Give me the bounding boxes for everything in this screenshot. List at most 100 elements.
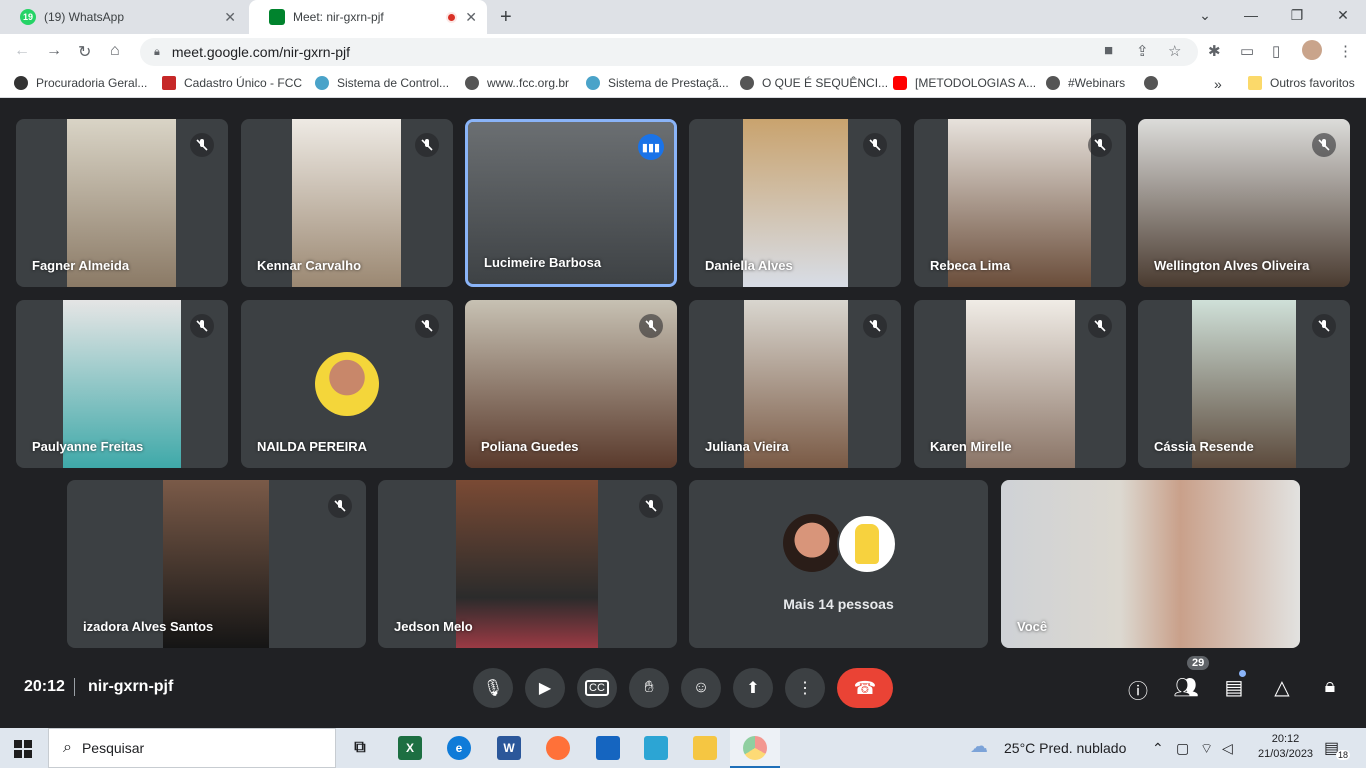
microphone-button[interactable]: 🎙︎ bbox=[473, 668, 513, 708]
audio-level-icon: ▮▮▮ bbox=[638, 134, 664, 160]
people-icon[interactable]: 👥︎ bbox=[1172, 675, 1200, 700]
minimize-button[interactable]: — bbox=[1228, 0, 1274, 30]
volume-icon[interactable]: ◁ bbox=[1222, 740, 1233, 757]
back-icon[interactable]: ← bbox=[14, 42, 30, 60]
firefox-icon[interactable] bbox=[546, 736, 570, 760]
participant-tile-active-speaker[interactable]: ▮▮▮ Lucimeire Barbosa bbox=[465, 119, 677, 287]
tab-title: Meet: nir-gxrn-pjf bbox=[293, 10, 384, 24]
participant-tile[interactable]: NAILDA PEREIRA bbox=[241, 300, 453, 468]
bookmark-item[interactable] bbox=[1144, 76, 1166, 90]
more-options-button[interactable]: ⋮ bbox=[785, 668, 825, 708]
tab-whatsapp[interactable]: 19 (19) WhatsApp ✕ bbox=[0, 0, 246, 34]
forward-icon[interactable]: → bbox=[46, 42, 62, 60]
close-tab-icon[interactable]: ✕ bbox=[465, 9, 477, 26]
camera-button[interactable]: ▶ bbox=[525, 668, 565, 708]
participant-avatar bbox=[837, 514, 897, 574]
close-tab-icon[interactable]: ✕ bbox=[224, 9, 236, 26]
globe-icon bbox=[1046, 76, 1060, 90]
cartoon-icon bbox=[855, 524, 879, 564]
reload-icon[interactable]: ↻ bbox=[78, 42, 91, 62]
more-vert-icon: ⋮ bbox=[797, 680, 813, 697]
captions-button[interactable]: CC bbox=[577, 668, 617, 708]
activities-icon[interactable]: △ bbox=[1268, 675, 1296, 700]
participant-tile[interactable]: Jedson Melo bbox=[378, 480, 677, 648]
whatsapp-icon: 19 bbox=[20, 9, 36, 25]
reactions-button[interactable]: ☺ bbox=[681, 668, 721, 708]
present-screen-icon: ⬆ bbox=[746, 680, 760, 697]
bookmark-item[interactable]: Sistema de Control... bbox=[315, 76, 449, 90]
mic-off-icon bbox=[190, 133, 214, 157]
bookmark-item[interactable]: www..fcc.org.br bbox=[465, 76, 569, 90]
weather-icon[interactable]: ☁ bbox=[970, 736, 988, 757]
present-button[interactable]: ⬆ bbox=[733, 668, 773, 708]
excel-icon[interactable]: X bbox=[398, 736, 422, 760]
meeting-details-icon[interactable]: ⓘ bbox=[1124, 675, 1152, 704]
bookmark-item[interactable]: [METODOLOGIAS A... bbox=[893, 76, 1036, 90]
participant-tile[interactable]: izadora Alves Santos bbox=[67, 480, 366, 648]
tab-search-icon[interactable]: ⌄ bbox=[1182, 0, 1228, 30]
weather-text[interactable]: 25°C Pred. nublado bbox=[1004, 740, 1126, 756]
address-bar[interactable]: 🔒︎ meet.google.com/nir-gxrn-pjf bbox=[140, 38, 1198, 66]
participant-tile[interactable]: Daniella Alves bbox=[689, 119, 901, 287]
bookmark-item[interactable]: Procuradoria Geral... bbox=[14, 76, 147, 90]
participant-tile[interactable]: Karen Mirelle bbox=[914, 300, 1126, 468]
side-panel-icon[interactable]: ▯ bbox=[1272, 42, 1280, 60]
participant-tile[interactable]: Fagner Almeida bbox=[16, 119, 228, 287]
camera-icon[interactable]: ■ bbox=[1104, 42, 1113, 59]
participant-avatar bbox=[783, 514, 841, 572]
taskbar-clock[interactable]: 20:12 21/03/2023 bbox=[1258, 732, 1313, 762]
close-window-button[interactable]: ✕ bbox=[1320, 0, 1366, 30]
taskbar-search[interactable]: ⌕ Pesquisar bbox=[48, 728, 336, 768]
participant-tile[interactable]: Cássia Resende bbox=[1138, 300, 1350, 468]
bookmark-item[interactable]: O QUE É SEQUÊNCI... bbox=[740, 76, 888, 90]
share-icon[interactable]: ⇪ bbox=[1136, 42, 1149, 60]
more-bookmarks-icon[interactable]: » bbox=[1214, 76, 1222, 92]
windows-start-icon[interactable] bbox=[14, 740, 32, 758]
home-icon[interactable]: ⌂ bbox=[110, 42, 120, 60]
chevron-up-icon[interactable]: ⌃ bbox=[1152, 740, 1164, 757]
participant-avatar bbox=[315, 352, 379, 416]
profile-avatar[interactable] bbox=[1302, 40, 1322, 60]
extensions-icon[interactable]: ✱ bbox=[1208, 42, 1221, 60]
meet-call-area: Fagner Almeida Kennar Carvalho ▮▮▮ Lucim… bbox=[0, 98, 1366, 728]
app-icon[interactable] bbox=[596, 736, 620, 760]
mic-off-icon bbox=[1088, 314, 1112, 338]
wifi-icon[interactable]: ⌔ bbox=[1200, 740, 1213, 758]
chat-icon[interactable]: ▤ bbox=[1220, 675, 1248, 700]
host-controls-icon[interactable]: 🔒︎ bbox=[1316, 675, 1344, 698]
leave-call-button[interactable]: ☎ bbox=[837, 668, 893, 708]
mic-off-icon bbox=[1088, 133, 1112, 157]
bookmark-item[interactable]: Sistema de Prestaçã... bbox=[586, 76, 729, 90]
bookmark-item[interactable]: #Webinars bbox=[1046, 76, 1125, 90]
participant-tile[interactable]: Paulyanne Freitas bbox=[16, 300, 228, 468]
more-participants-tile[interactable]: Mais 14 pessoas bbox=[689, 480, 988, 648]
mic-off-icon bbox=[639, 314, 663, 338]
bookmarks-bar: Procuradoria Geral... Cadastro Único - F… bbox=[0, 70, 1366, 98]
raise-hand-button[interactable]: ✋︎ bbox=[629, 668, 669, 708]
bookmark-item[interactable]: Cadastro Único - FCC bbox=[162, 76, 302, 90]
cast-icon[interactable]: ▭ bbox=[1240, 42, 1254, 60]
participant-tile[interactable]: Juliana Vieira bbox=[689, 300, 901, 468]
task-view-icon[interactable]: ⧉ bbox=[348, 736, 372, 760]
participant-name: Cássia Resende bbox=[1154, 439, 1254, 454]
participant-tile[interactable]: Kennar Carvalho bbox=[241, 119, 453, 287]
edge-icon[interactable]: e bbox=[447, 736, 471, 760]
other-bookmarks-folder[interactable]: Outros favoritos bbox=[1248, 76, 1355, 90]
menu-icon[interactable]: ⋮ bbox=[1338, 42, 1353, 60]
bookmark-star-icon[interactable]: ☆ bbox=[1168, 42, 1181, 60]
new-tab-button[interactable]: + bbox=[500, 6, 512, 29]
participant-tile[interactable]: Wellington Alves Oliveira bbox=[1138, 119, 1350, 287]
self-tile[interactable]: Você bbox=[1001, 480, 1300, 648]
video-camera-icon: ▶ bbox=[538, 680, 552, 697]
file-explorer-icon[interactable] bbox=[693, 736, 717, 760]
lock-icon[interactable]: 🔒︎ bbox=[154, 46, 160, 59]
word-icon[interactable]: W bbox=[497, 736, 521, 760]
participant-tile[interactable]: Rebeca Lima bbox=[914, 119, 1126, 287]
device-icon[interactable]: ▢ bbox=[1176, 740, 1189, 757]
restore-button[interactable]: ❐ bbox=[1274, 0, 1320, 30]
emoji-icon: ☺ bbox=[692, 679, 710, 696]
store-icon[interactable] bbox=[644, 736, 668, 760]
participant-tile[interactable]: Poliana Guedes bbox=[465, 300, 677, 468]
tab-meet[interactable]: Meet: nir-gxrn-pjf ✕ bbox=[249, 0, 487, 34]
participant-name: Lucimeire Barbosa bbox=[484, 255, 602, 270]
